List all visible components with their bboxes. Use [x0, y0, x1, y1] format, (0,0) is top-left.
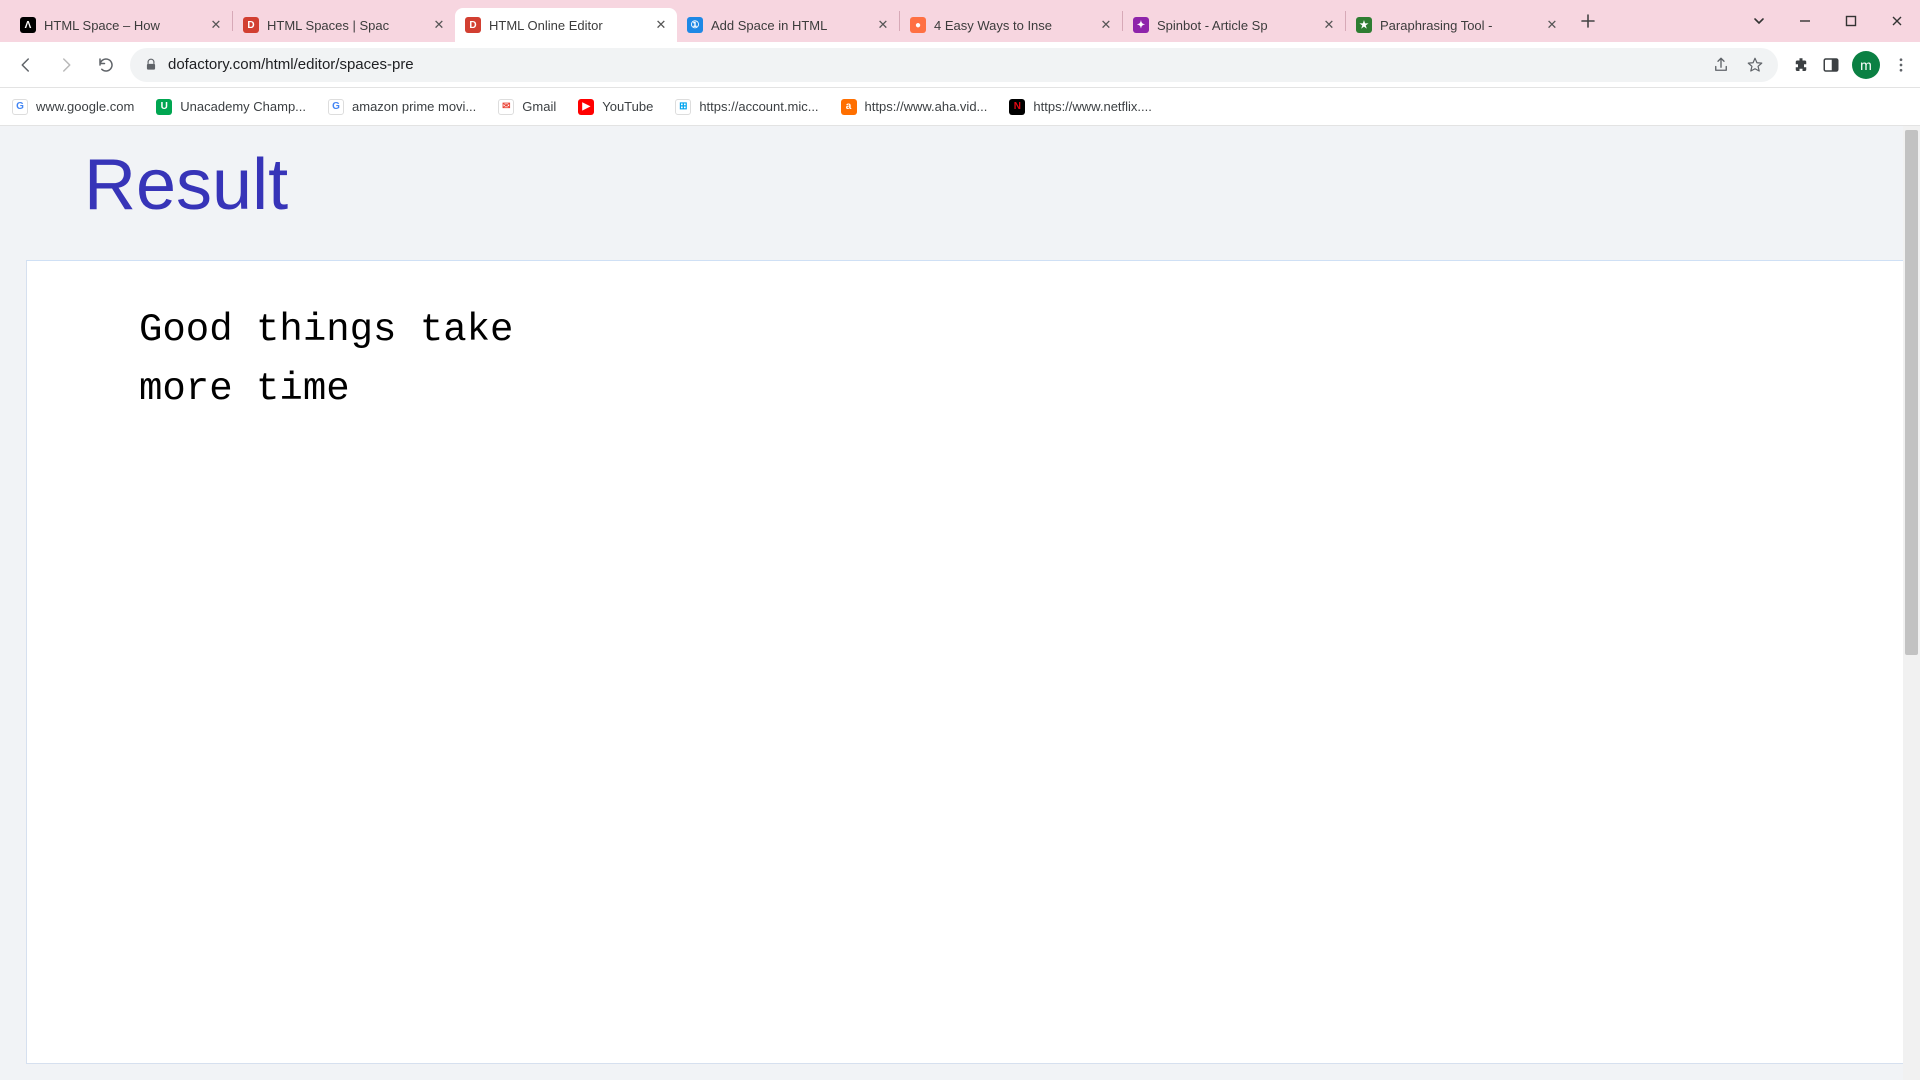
- tab-0-title: HTML Space – How: [44, 18, 208, 33]
- url-text: dofactory.com/html/editor/spaces-pre: [168, 56, 414, 73]
- bookmark-7-icon: N: [1009, 99, 1025, 115]
- browser-toolbar: dofactory.com/html/editor/spaces-pre m: [0, 42, 1920, 88]
- tab-3-close-icon[interactable]: ✕: [875, 17, 891, 33]
- tab-2-favicon: D: [465, 17, 481, 33]
- tab-5-favicon: ✦: [1133, 17, 1149, 33]
- tab-1[interactable]: D HTML Spaces | Spac ✕: [233, 8, 455, 42]
- bookmark-2-icon: G: [328, 99, 344, 115]
- tab-6[interactable]: ★ Paraphrasing Tool - ✕: [1346, 8, 1568, 42]
- bookmark-6-label: https://www.aha.vid...: [865, 99, 988, 114]
- result-heading: Result: [26, 126, 1920, 260]
- side-panel-icon[interactable]: [1822, 56, 1840, 74]
- bookmark-4-label: YouTube: [602, 99, 653, 114]
- tab-2-close-icon[interactable]: ✕: [653, 17, 669, 33]
- tab-search-icon[interactable]: [1736, 5, 1782, 37]
- tab-5-title: Spinbot - Article Sp: [1157, 18, 1321, 33]
- bookmark-1-icon: U: [156, 99, 172, 115]
- toolbar-right: m: [1786, 51, 1910, 79]
- result-panel: Good things take more time: [26, 260, 1910, 1064]
- bookmark-0-label: www.google.com: [36, 99, 134, 114]
- share-icon[interactable]: [1712, 56, 1730, 74]
- bookmark-0[interactable]: G www.google.com: [12, 99, 134, 115]
- address-bar[interactable]: dofactory.com/html/editor/spaces-pre: [130, 48, 1778, 82]
- bookmark-1[interactable]: U Unacademy Champ...: [156, 99, 306, 115]
- tab-1-close-icon[interactable]: ✕: [431, 17, 447, 33]
- maximize-icon[interactable]: [1828, 5, 1874, 37]
- avatar-letter: m: [1860, 57, 1872, 73]
- omnibox-actions: [1712, 56, 1764, 74]
- tab-5[interactable]: ✦ Spinbot - Article Sp ✕: [1123, 8, 1345, 42]
- tab-1-title: HTML Spaces | Spac: [267, 18, 431, 33]
- tab-5-close-icon[interactable]: ✕: [1321, 17, 1337, 33]
- bookmark-1-label: Unacademy Champ...: [180, 99, 306, 114]
- tab-4-title: 4 Easy Ways to Inse: [934, 18, 1098, 33]
- reload-button[interactable]: [90, 49, 122, 81]
- tab-3-title: Add Space in HTML: [711, 18, 875, 33]
- tab-3[interactable]: ① Add Space in HTML ✕: [677, 8, 899, 42]
- bookmark-6[interactable]: a https://www.aha.vid...: [841, 99, 988, 115]
- preformatted-output: Good things take more time: [139, 301, 1909, 418]
- bookmark-0-icon: G: [12, 99, 28, 115]
- bookmark-5-label: https://account.mic...: [699, 99, 818, 114]
- scrollbar-thumb[interactable]: [1905, 130, 1918, 655]
- bookmark-3[interactable]: ✉ Gmail: [498, 99, 556, 115]
- tab-6-title: Paraphrasing Tool -: [1380, 18, 1544, 33]
- bookmark-7[interactable]: N https://www.netflix....: [1009, 99, 1152, 115]
- tab-4-close-icon[interactable]: ✕: [1098, 17, 1114, 33]
- bookmark-6-icon: a: [841, 99, 857, 115]
- bookmark-2[interactable]: G amazon prime movi...: [328, 99, 476, 115]
- menu-icon[interactable]: [1892, 56, 1910, 74]
- bookmark-star-icon[interactable]: [1746, 56, 1764, 74]
- window-controls: [1736, 0, 1920, 42]
- browser-titlebar: Λ HTML Space – How ✕ D HTML Spaces | Spa…: [0, 0, 1920, 42]
- bookmark-7-label: https://www.netflix....: [1033, 99, 1152, 114]
- bookmark-4-icon: ▶: [578, 99, 594, 115]
- profile-avatar[interactable]: m: [1852, 51, 1880, 79]
- tab-6-close-icon[interactable]: ✕: [1544, 17, 1560, 33]
- page-content: Result Good things take more time: [0, 126, 1920, 1080]
- tab-3-favicon: ①: [687, 17, 703, 33]
- bookmark-3-icon: ✉: [498, 99, 514, 115]
- tab-4[interactable]: ● 4 Easy Ways to Inse ✕: [900, 8, 1122, 42]
- tab-2-active[interactable]: D HTML Online Editor ✕: [455, 8, 677, 42]
- tab-4-favicon: ●: [910, 17, 926, 33]
- tab-0-close-icon[interactable]: ✕: [208, 17, 224, 33]
- tab-0[interactable]: Λ HTML Space – How ✕: [10, 8, 232, 42]
- forward-button[interactable]: [50, 49, 82, 81]
- new-tab-button[interactable]: [1574, 7, 1602, 35]
- bookmark-5[interactable]: ⊞ https://account.mic...: [675, 99, 818, 115]
- bookmark-4[interactable]: ▶ YouTube: [578, 99, 653, 115]
- tab-strip: Λ HTML Space – How ✕ D HTML Spaces | Spa…: [10, 0, 1602, 42]
- bookmark-5-icon: ⊞: [675, 99, 691, 115]
- vertical-scrollbar[interactable]: [1903, 126, 1920, 1080]
- bookmarks-bar: G www.google.com U Unacademy Champ... G …: [0, 88, 1920, 126]
- tab-2-title: HTML Online Editor: [489, 18, 653, 33]
- tab-0-favicon: Λ: [20, 17, 36, 33]
- minimize-icon[interactable]: [1782, 5, 1828, 37]
- tab-6-favicon: ★: [1356, 17, 1372, 33]
- lock-icon: [144, 58, 158, 72]
- back-button[interactable]: [10, 49, 42, 81]
- bookmark-3-label: Gmail: [522, 99, 556, 114]
- tab-1-favicon: D: [243, 17, 259, 33]
- close-window-icon[interactable]: [1874, 5, 1920, 37]
- bookmark-2-label: amazon prime movi...: [352, 99, 476, 114]
- extensions-icon[interactable]: [1792, 56, 1810, 74]
